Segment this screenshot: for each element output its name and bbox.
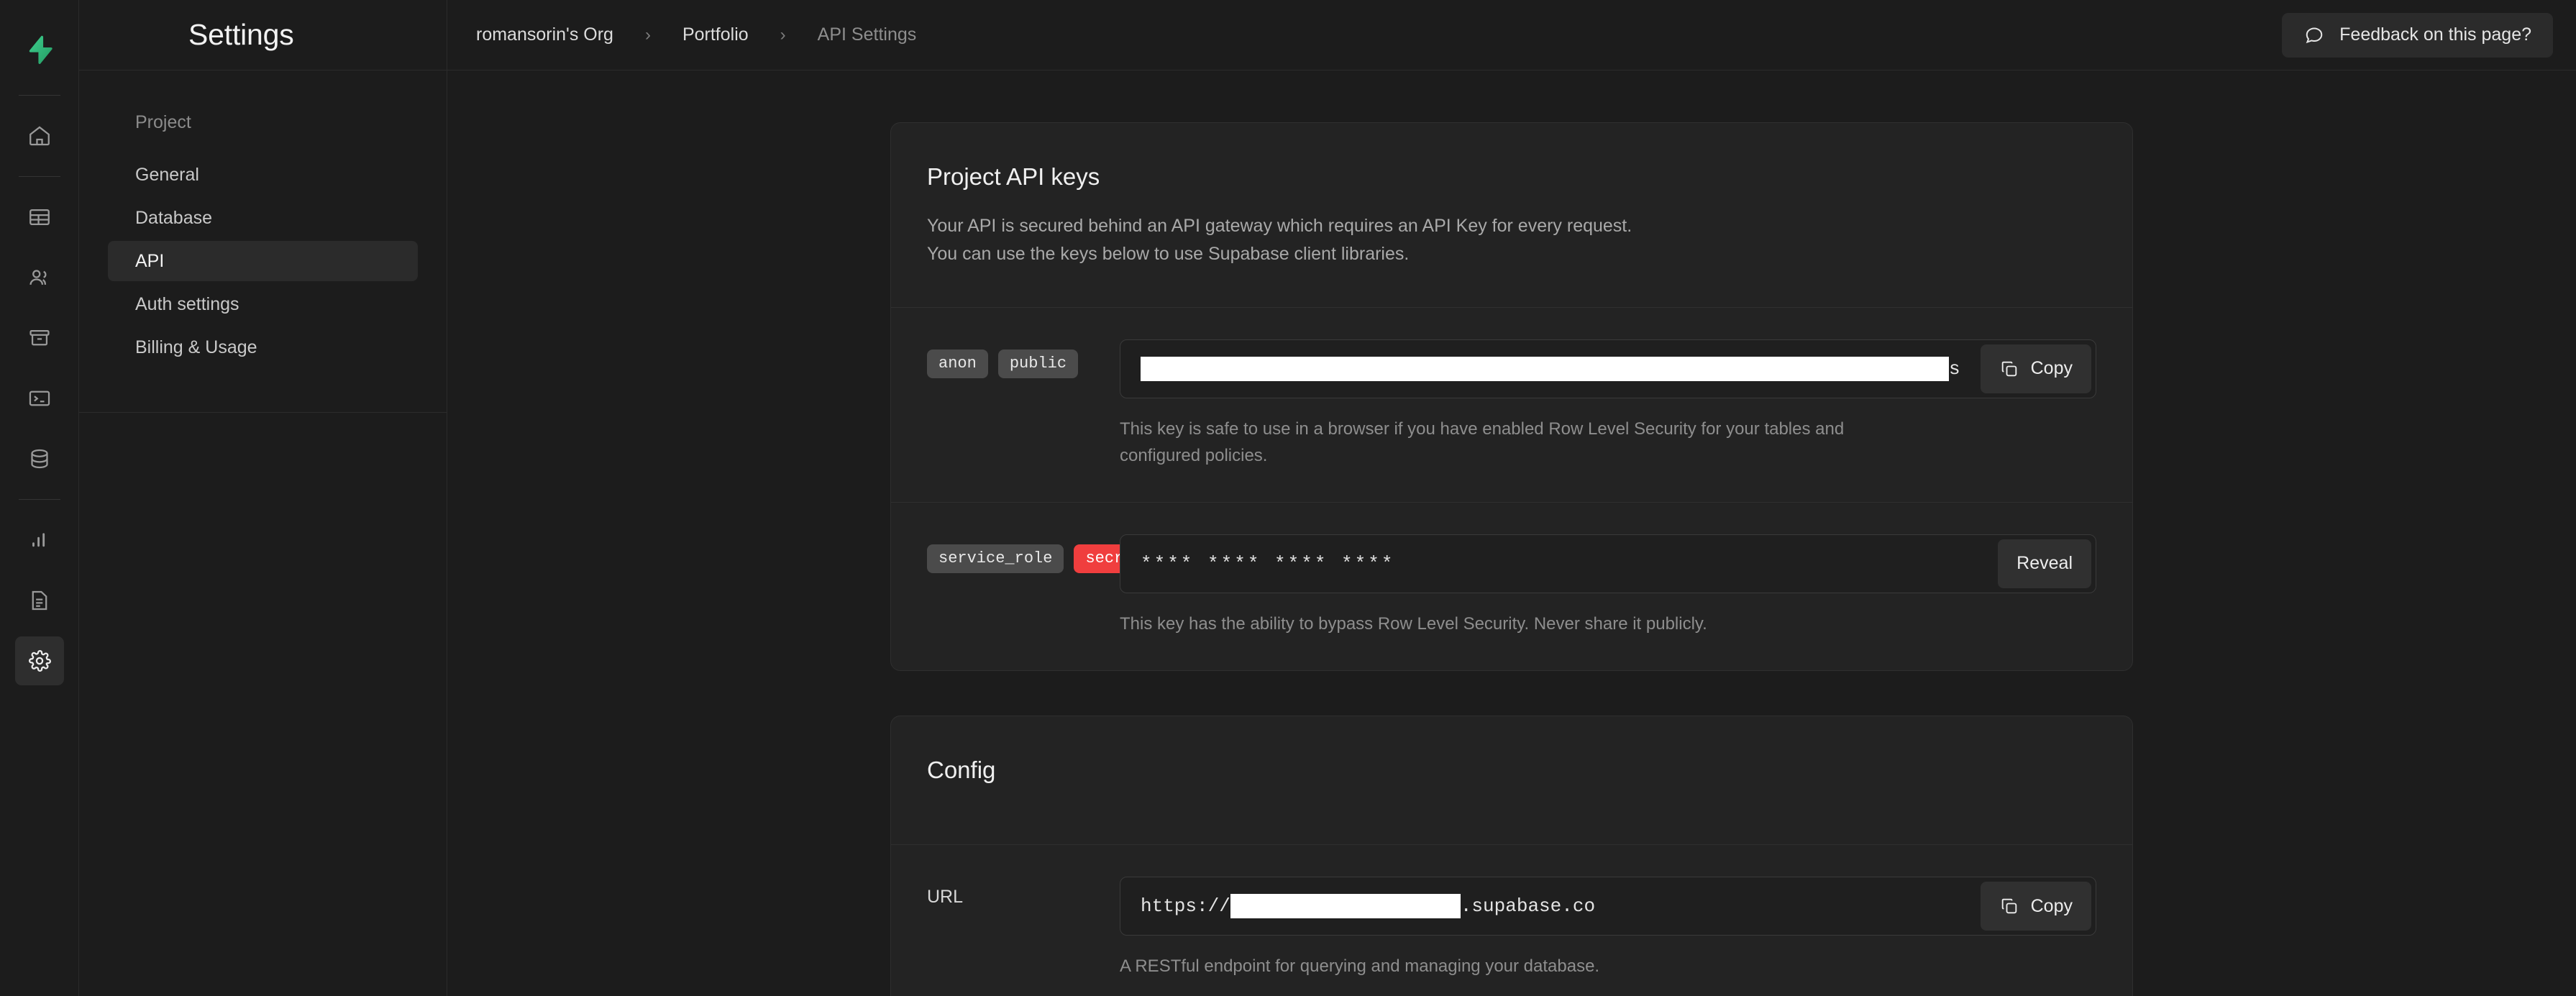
redaction-block: [1141, 356, 1950, 381]
api-keys-description: Your API is secured behind an API gatewa…: [927, 212, 2096, 268]
api-keys-description-line1: Your API is secured behind an API gatewa…: [927, 216, 1632, 236]
sidebar-item-label: Auth settings: [135, 293, 239, 314]
speech-bubble-icon: [2303, 24, 2325, 46]
copy-url-button[interactable]: Copy: [1980, 882, 2091, 931]
copy-anon-key-button[interactable]: Copy: [1980, 344, 2091, 393]
anon-key-helper-text: This key is safe to use in a browser if …: [1120, 419, 1845, 465]
rail-item-logs[interactable]: [15, 576, 64, 625]
api-keys-title: Project API keys: [927, 163, 1100, 190]
home-icon: [29, 126, 50, 146]
url-input[interactable]: https:// .supabase.co Copy: [1120, 877, 2096, 936]
sidebar-item-api[interactable]: API: [108, 241, 418, 281]
rail-item-settings[interactable]: [14, 636, 64, 685]
anon-key-value: s: [1120, 356, 1981, 381]
sidebar-item-label: Billing & Usage: [135, 337, 257, 357]
service-role-key-helper-text: This key has the ability to bypass Row L…: [1120, 613, 1707, 634]
reports-icon: [32, 533, 45, 547]
sidebar-item-billing-usage[interactable]: Billing & Usage: [108, 327, 418, 367]
breadcrumb-item-org[interactable]: romansorin's Org: [476, 24, 613, 45]
url-prefix: https://: [1141, 895, 1230, 918]
redaction-block: [1230, 894, 1461, 919]
api-key-row-anon: anon public s Copy This key is safe to u…: [891, 308, 2132, 502]
sidebar-item-auth-settings[interactable]: Auth settings: [108, 284, 418, 324]
url-suffix: .supabase.co: [1460, 895, 1596, 918]
config-card-header: Config: [891, 716, 2132, 844]
primary-icon-rail: [0, 0, 79, 996]
supabase-logo[interactable]: [0, 14, 79, 85]
url-value: https:// .supabase.co: [1120, 894, 1981, 919]
anon-key-field-col: s Copy This key is safe to use in a brow…: [1120, 339, 2096, 469]
url-label: URL: [927, 887, 964, 908]
breadcrumb-item-current: API Settings: [817, 24, 917, 45]
service-role-key-input[interactable]: **** **** **** **** Reveal: [1120, 534, 2096, 593]
rail-item-table-editor[interactable]: [15, 193, 64, 242]
reveal-service-role-key-button[interactable]: Reveal: [1998, 539, 2091, 588]
config-card: Config URL https:// .supabase.co Copy A …: [890, 716, 2133, 996]
service-role-key-field-col: **** **** **** **** Reveal This key has …: [1120, 534, 2096, 637]
breadcrumb-item-project[interactable]: Portfolio: [682, 24, 749, 45]
storage-icon: [29, 329, 50, 346]
url-helper-text: A RESTful endpoint for querying and mana…: [1120, 956, 1600, 977]
breadcrumb: romansorin's Org › Portfolio › API Setti…: [476, 24, 2282, 45]
project-api-keys-card: Project API keys Your API is secured beh…: [890, 122, 2133, 672]
api-keys-card-header: Project API keys Your API is secured beh…: [891, 123, 2132, 307]
anon-badges: anon public: [927, 349, 1120, 378]
page-title: Settings: [188, 18, 294, 51]
main-column: romansorin's Org › Portfolio › API Setti…: [447, 0, 2576, 996]
database-icon: [30, 449, 48, 469]
copy-anon-key-label: Copy: [2030, 358, 2073, 378]
rail-divider-2: [18, 499, 60, 500]
copy-icon: [1999, 359, 2019, 379]
url-field-col: https:// .supabase.co Copy A RESTful end…: [1120, 877, 2096, 979]
rail-item-storage[interactable]: [15, 314, 64, 362]
settings-sidebar: Settings Project General Database API Au…: [79, 0, 447, 996]
badge-public: public: [997, 349, 1079, 378]
badge-anon: anon: [927, 349, 988, 378]
url-label-col: URL: [927, 877, 1120, 979]
api-key-row-service-role: service_role secret **** **** **** **** …: [891, 503, 2132, 670]
sidebar-item-label: API: [135, 250, 165, 271]
api-keys-description-line2: You can use the keys below to use Supaba…: [927, 243, 1410, 264]
rail-item-database[interactable]: [15, 434, 64, 483]
service-role-badges-col: service_role secret: [927, 534, 1154, 637]
settings-gear-icon: [28, 650, 51, 672]
rail-item-home[interactable]: [15, 111, 64, 160]
nav-group-label-project: Project: [135, 112, 191, 132]
config-row-url: URL https:// .supabase.co Copy A RESTful…: [891, 845, 2132, 996]
sidebar-item-general[interactable]: General: [108, 155, 418, 195]
config-title: Config: [927, 757, 996, 784]
rail-divider-top: [18, 95, 60, 96]
feedback-button-label: Feedback on this page?: [2339, 24, 2531, 45]
rail-divider-1: [18, 176, 60, 177]
sql-editor-icon: [29, 390, 50, 406]
anon-badges-col: anon public: [927, 339, 1120, 469]
supabase-bolt-icon: [29, 35, 52, 65]
table-editor-icon: [29, 209, 50, 226]
settings-content: Project API keys Your API is secured beh…: [447, 70, 2576, 996]
breadcrumb-separator-icon: ›: [644, 24, 651, 45]
logs-icon: [32, 590, 47, 611]
top-bar: romansorin's Org › Portfolio › API Setti…: [447, 0, 2576, 70]
sidebar-item-database[interactable]: Database: [108, 198, 418, 238]
breadcrumb-separator-icon: ›: [780, 24, 786, 45]
copy-url-label: Copy: [2030, 895, 2073, 916]
anon-key-input[interactable]: s Copy: [1120, 339, 2096, 398]
app-root: Settings Project General Database API Au…: [0, 0, 2576, 996]
reveal-service-role-key-label: Reveal: [2017, 553, 2073, 574]
service-role-badges: service_role secret: [927, 544, 1154, 573]
authentication-icon: [29, 270, 47, 285]
rail-item-sql-editor[interactable]: [15, 374, 64, 423]
rail-item-authentication[interactable]: [15, 253, 64, 302]
settings-sidebar-header: Settings: [79, 0, 447, 70]
settings-sidebar-nav: Project General Database API Auth settin…: [79, 70, 447, 413]
sidebar-item-label: General: [135, 164, 199, 185]
anon-key-visible-suffix: s: [1949, 357, 1960, 380]
sidebar-item-label: Database: [135, 207, 213, 228]
rail-item-reports[interactable]: [15, 516, 64, 565]
copy-icon: [1999, 896, 2019, 916]
badge-service-role: service_role: [927, 544, 1064, 573]
feedback-button[interactable]: Feedback on this page?: [2282, 12, 2553, 58]
service-role-key-value: **** **** **** ****: [1141, 552, 1395, 575]
